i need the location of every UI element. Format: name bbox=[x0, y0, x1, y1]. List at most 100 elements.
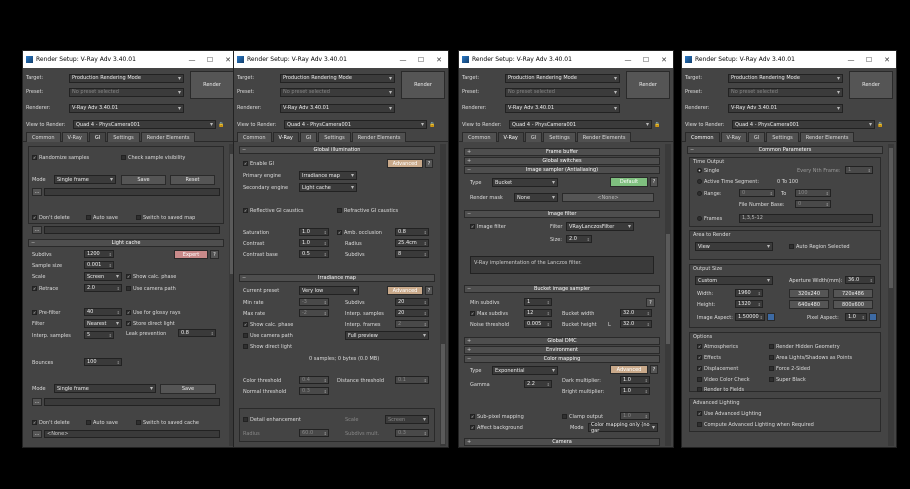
bucket-height-spinner[interactable]: 32.0 bbox=[620, 320, 652, 328]
target-dropdown[interactable]: Production Rendering Mode bbox=[69, 73, 184, 83]
help-button[interactable]: ? bbox=[650, 177, 658, 187]
advanced-button[interactable]: Advanced bbox=[610, 365, 648, 374]
gamma-spinner[interactable]: 2.2 bbox=[524, 380, 552, 388]
render-button[interactable]: Render bbox=[626, 71, 670, 99]
map-path-field[interactable] bbox=[44, 188, 220, 196]
current-preset-dropdown[interactable]: Very low bbox=[299, 286, 359, 295]
tab-settings[interactable]: Settings bbox=[318, 132, 351, 142]
switch-saved-checkbox[interactable] bbox=[136, 215, 141, 220]
primary-engine-dropdown[interactable]: Irradiance map bbox=[299, 171, 357, 180]
scale-dropdown[interactable]: Screen bbox=[84, 272, 122, 281]
max-rate-spinner[interactable]: -2 bbox=[299, 309, 329, 317]
help2-button[interactable]: ? bbox=[425, 286, 433, 295]
file-number-base-spinner[interactable]: 0 bbox=[795, 200, 831, 208]
cm-type-dropdown[interactable]: Exponential bbox=[492, 366, 558, 375]
every-nth-spinner[interactable]: 1 bbox=[845, 166, 873, 174]
preset-dropdown[interactable]: No preset selected bbox=[505, 87, 620, 97]
size-spinner[interactable]: 2.0 bbox=[566, 235, 592, 243]
subpixel-checkbox[interactable] bbox=[470, 414, 475, 419]
use-camera-checkbox[interactable] bbox=[126, 286, 131, 291]
amb-occ-checkbox[interactable] bbox=[337, 230, 342, 235]
view-dropdown[interactable]: Quad 4 - PhysCamera001 bbox=[73, 120, 216, 129]
help-button[interactable]: ? bbox=[210, 250, 219, 259]
preset-640x480-button[interactable]: 640x480 bbox=[789, 300, 829, 309]
color-threshold-spinner[interactable]: 0.4 bbox=[299, 376, 329, 384]
image-filter-rollout[interactable]: − Image filter bbox=[464, 210, 660, 218]
tab-render-elements[interactable]: Render Elements bbox=[799, 132, 855, 142]
preset-800x600-button[interactable]: 800x600 bbox=[833, 300, 873, 309]
browse-button-4[interactable]: ... bbox=[32, 430, 42, 438]
tab-common[interactable]: Common bbox=[26, 132, 61, 142]
renderer-dropdown[interactable]: V-Ray Adv 3.40.01 bbox=[505, 103, 620, 113]
interp-spinner[interactable]: 20 bbox=[395, 309, 429, 317]
close-icon[interactable]: ✕ bbox=[655, 51, 673, 68]
bucket-width-spinner[interactable]: 32.0 bbox=[620, 309, 652, 317]
lock-icon[interactable]: 🔒 bbox=[429, 122, 435, 128]
affect-bg-checkbox[interactable] bbox=[470, 425, 475, 430]
mode2-dropdown[interactable]: Single frame bbox=[54, 384, 156, 393]
pixel-aspect-spinner[interactable]: 1.0 bbox=[845, 313, 867, 321]
subdivs-spinner[interactable]: 1200 bbox=[84, 250, 114, 258]
area-lights-checkbox[interactable] bbox=[769, 355, 774, 360]
bounces-spinner[interactable]: 100 bbox=[84, 358, 122, 366]
force-2sided-checkbox[interactable] bbox=[769, 366, 774, 371]
interp-spinner[interactable]: 5 bbox=[84, 331, 114, 339]
dont-delete2-checkbox[interactable] bbox=[32, 420, 37, 425]
compute-adv-lighting-checkbox[interactable] bbox=[697, 422, 702, 427]
tab-vray[interactable]: V-Ray bbox=[497, 132, 524, 142]
amb-occ-spinner[interactable]: 0.8 bbox=[395, 228, 429, 236]
tab-gi[interactable]: GI bbox=[299, 132, 318, 142]
render-fields-checkbox[interactable] bbox=[697, 387, 702, 392]
store-direct-checkbox[interactable] bbox=[126, 321, 131, 326]
radius-spinner[interactable]: 25.4cm bbox=[395, 239, 429, 247]
help3-button[interactable]: ? bbox=[650, 365, 658, 374]
leak-spinner[interactable]: 0.8 bbox=[178, 329, 216, 337]
preset-dropdown[interactable]: No preset selected bbox=[728, 87, 843, 97]
image-aspect-spinner[interactable]: 1.50000 bbox=[735, 313, 765, 321]
image-sampler-rollout[interactable]: − Image sampler (Antialiasing) bbox=[464, 166, 660, 174]
subdivs2-spinner[interactable]: 20 bbox=[395, 298, 429, 306]
cache-path-field[interactable] bbox=[44, 398, 220, 406]
render-button[interactable]: Render bbox=[849, 71, 893, 99]
minimize-icon[interactable]: — bbox=[394, 51, 412, 68]
tab-settings[interactable]: Settings bbox=[543, 132, 576, 142]
lock-pixel-button[interactable] bbox=[869, 313, 877, 321]
browse-button-3[interactable]: ... bbox=[32, 398, 42, 406]
renderer-dropdown[interactable]: V-Ray Adv 3.40.01 bbox=[280, 103, 395, 113]
render-button[interactable]: Render bbox=[190, 71, 234, 99]
show-direct-checkbox[interactable] bbox=[243, 344, 248, 349]
preset-320x240-button[interactable]: 320x240 bbox=[789, 289, 829, 298]
preview-dropdown[interactable]: Full preview bbox=[345, 331, 429, 340]
auto-region-checkbox[interactable] bbox=[789, 244, 794, 249]
irradiance-map-rollout[interactable]: − Irradiance map bbox=[239, 274, 435, 282]
environment-rollout[interactable]: + Environment bbox=[464, 346, 660, 354]
bright-multiplier-spinner[interactable]: 1.0 bbox=[620, 387, 650, 395]
tab-vray[interactable]: V-Ray bbox=[61, 132, 88, 142]
output-size-dropdown[interactable]: Custom bbox=[695, 276, 773, 285]
noise-threshold-spinner[interactable]: 0.005 bbox=[524, 320, 552, 328]
render-mask-dropdown[interactable]: None bbox=[514, 193, 558, 202]
area-dropdown[interactable]: View bbox=[695, 242, 773, 251]
max-subdivs-checkbox[interactable] bbox=[470, 311, 475, 316]
auto-save-checkbox[interactable] bbox=[86, 215, 91, 220]
retrace-checkbox[interactable] bbox=[32, 286, 37, 291]
filter-dropdown[interactable]: Nearest bbox=[84, 319, 122, 328]
reset-button[interactable]: Reset bbox=[170, 175, 215, 185]
detail-checkbox[interactable] bbox=[243, 417, 248, 422]
scrollbar[interactable] bbox=[665, 144, 671, 446]
aperture-spinner[interactable]: 36.0 bbox=[845, 276, 875, 284]
use-camera-checkbox[interactable] bbox=[243, 333, 248, 338]
help2-button[interactable]: ? bbox=[646, 298, 655, 307]
maximize-icon[interactable]: ☐ bbox=[860, 51, 878, 68]
max-subdivs-spinner[interactable]: 12 bbox=[524, 309, 552, 317]
lock-icon[interactable]: 🔒 bbox=[218, 122, 224, 128]
frame-buffer-rollout[interactable]: + Frame buffer bbox=[464, 148, 660, 156]
frames-radio[interactable] bbox=[697, 216, 702, 221]
advanced2-button[interactable]: Advanced bbox=[387, 286, 423, 295]
distance-threshold-spinner[interactable]: 0.1 bbox=[395, 376, 429, 384]
prefilter-spinner[interactable]: 40 bbox=[84, 308, 122, 316]
minimize-icon[interactable]: — bbox=[842, 51, 860, 68]
close-icon[interactable]: ✕ bbox=[878, 51, 896, 68]
scale-dropdown[interactable]: Screen bbox=[385, 415, 429, 424]
preset-dropdown[interactable]: No preset selected bbox=[280, 87, 395, 97]
